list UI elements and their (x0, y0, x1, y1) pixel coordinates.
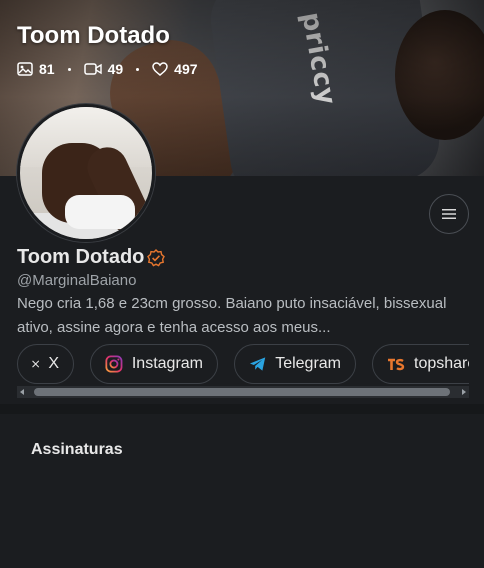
links-scrollbar[interactable] (17, 386, 469, 398)
link-label: X (48, 355, 59, 372)
profile-name: Toom Dotado (17, 246, 145, 268)
heart-icon (152, 62, 168, 76)
link-topshare-button[interactable]: topshare (372, 344, 469, 384)
videos-stat: 49 (83, 61, 124, 77)
scroll-left-icon[interactable] (20, 389, 24, 395)
scroll-right-icon[interactable] (462, 389, 466, 395)
scrollbar-thumb[interactable] (34, 388, 450, 396)
video-icon (83, 63, 102, 75)
avatar[interactable] (17, 104, 155, 242)
profile-name-row: Toom Dotado (17, 246, 166, 269)
photos-count: 81 (39, 61, 55, 77)
link-instagram-button[interactable]: Instagram (90, 344, 218, 384)
x-logo-icon (32, 360, 40, 368)
menu-button[interactable] (429, 194, 469, 234)
verified-badge-icon (147, 248, 166, 267)
image-icon (17, 62, 33, 76)
social-links: X Instagram Telegram topshare (17, 344, 469, 386)
link-label: Telegram (275, 355, 341, 372)
cover-title: Toom Dotado (17, 22, 170, 49)
media-stats: 81 49 497 (17, 61, 198, 77)
photos-stat: 81 (17, 61, 55, 77)
videos-count: 49 (107, 61, 124, 77)
section-divider (0, 404, 484, 414)
link-x-button[interactable]: X (17, 344, 74, 384)
link-label: Instagram (131, 355, 203, 372)
subscriptions-heading: Assinaturas (31, 441, 123, 458)
hamburger-menu-icon (442, 209, 456, 219)
stat-separator (67, 67, 71, 71)
profile-handle: @MarginalBaiano (17, 272, 137, 289)
topshare-icon (388, 358, 405, 371)
instagram-icon (105, 355, 123, 373)
link-telegram-button[interactable]: Telegram (234, 344, 356, 384)
likes-count: 497 (174, 61, 198, 77)
profile-bio: Nego cria 1,68 e 23cm grosso. Baiano put… (17, 295, 447, 336)
likes-stat: 497 (152, 61, 198, 77)
link-label: topshare (414, 355, 469, 372)
telegram-icon (249, 357, 266, 371)
stat-separator (136, 67, 140, 71)
